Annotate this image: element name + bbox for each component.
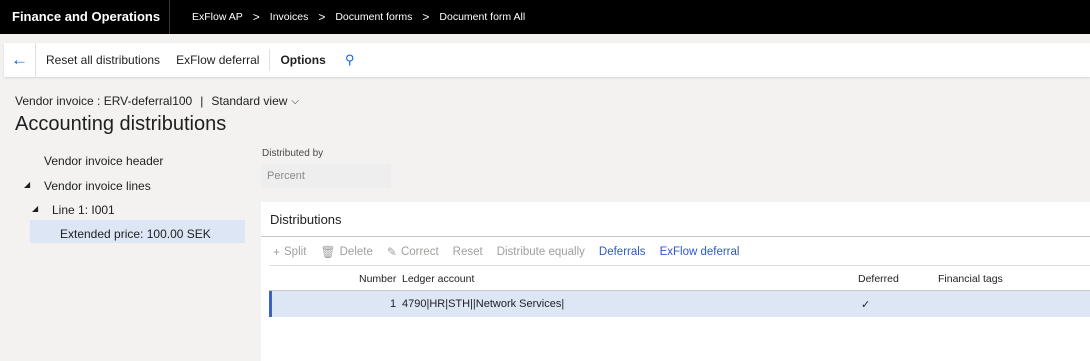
split-label: Split [284, 246, 307, 258]
chevron-right-icon: > [318, 10, 326, 24]
back-arrow-icon[interactable]: ← [4, 43, 36, 77]
breadcrumb-exflow-ap[interactable]: ExFlow AP [192, 11, 243, 23]
table-row[interactable]: 1 4790|HR|STH||Network Services| ✓ [269, 291, 1090, 317]
trash-icon: 🗑 [320, 245, 336, 259]
column-header-ledger-account[interactable]: Ledger account [402, 273, 474, 285]
reset-button[interactable]: Reset [453, 246, 483, 258]
chevron-right-icon: > [422, 10, 430, 24]
deferrals-button[interactable]: Deferrals [599, 246, 646, 258]
chevron-down-icon[interactable]: ⌵ [291, 96, 299, 107]
exflow-deferral-button[interactable]: ExFlow deferral [168, 53, 267, 67]
app-title[interactable]: Finance and Operations [0, 0, 170, 34]
breadcrumb: ExFlow AP > Invoices > Document forms > … [170, 10, 525, 24]
action-divider [269, 49, 271, 71]
distributed-by-label: Distributed by [262, 148, 324, 159]
cell-ledger-account[interactable]: 4790|HR|STH||Network Services| [402, 298, 564, 310]
breadcrumb-document-forms[interactable]: Document forms [335, 11, 412, 23]
correct-label: Correct [400, 246, 439, 258]
distributions-title: Distributions [270, 212, 342, 227]
action-pane: ← Reset all distributions ExFlow deferra… [4, 43, 1090, 77]
expand-arrow-icon[interactable]: ◢ [24, 180, 30, 189]
tree-item-line-1[interactable]: Line 1: I001 [52, 203, 115, 217]
search-icon[interactable]: ⚲ [336, 52, 364, 68]
distributions-panel: Distributions + Split 🗑 Delete ✎ Correct Re… [261, 202, 1090, 361]
view-selector[interactable]: Standard view [211, 94, 287, 108]
column-header-financial-tags[interactable]: Financial tags [938, 273, 1003, 285]
tree-item-vendor-invoice-header[interactable]: Vendor invoice header [44, 154, 163, 168]
record-caption: Vendor invoice : ERV-deferral100 [15, 94, 193, 108]
plus-icon: + [273, 245, 281, 259]
tree-item-vendor-invoice-lines[interactable]: Vendor invoice lines [44, 179, 151, 193]
breadcrumb-invoices[interactable]: Invoices [270, 11, 309, 23]
tree-item-extended-price[interactable]: Extended price: 100.00 SEK [60, 227, 211, 241]
grid-header: Number Ledger account Deferred Financial… [269, 265, 1090, 291]
checkmark-icon[interactable]: ✓ [861, 298, 870, 311]
delete-button[interactable]: 🗑 Delete [320, 245, 372, 259]
breadcrumb-document-form-all[interactable]: Document form All [439, 11, 525, 23]
pencil-icon: ✎ [386, 245, 397, 259]
correct-button[interactable]: ✎ Correct [387, 245, 439, 259]
top-nav-bar: Finance and Operations ExFlow AP > Invoi… [0, 0, 1090, 34]
distributed-by-field[interactable]: Percent [261, 164, 391, 188]
column-header-number[interactable]: Number [359, 273, 396, 285]
panel-divider [261, 236, 1090, 237]
exflow-deferral-grid-button[interactable]: ExFlow deferral [660, 246, 740, 258]
caption-separator: | [200, 94, 204, 108]
column-header-deferred[interactable]: Deferred [858, 273, 899, 285]
split-button[interactable]: + Split [273, 245, 306, 259]
reset-all-distributions-button[interactable]: Reset all distributions [36, 53, 168, 67]
distribute-equally-button[interactable]: Distribute equally [497, 246, 585, 258]
cell-number[interactable]: 1 [390, 298, 396, 310]
distributions-toolbar: + Split 🗑 Delete ✎ Correct Reset Distribute… [273, 242, 753, 262]
chevron-right-icon: > [252, 10, 260, 24]
page-title: Accounting distributions [15, 113, 227, 135]
page-caption: Vendor invoice : ERV-deferral100 | Stand… [15, 94, 299, 108]
expand-arrow-icon[interactable]: ◢ [32, 204, 38, 213]
delete-label: Delete [339, 246, 373, 258]
options-tab[interactable]: Options [272, 53, 333, 67]
